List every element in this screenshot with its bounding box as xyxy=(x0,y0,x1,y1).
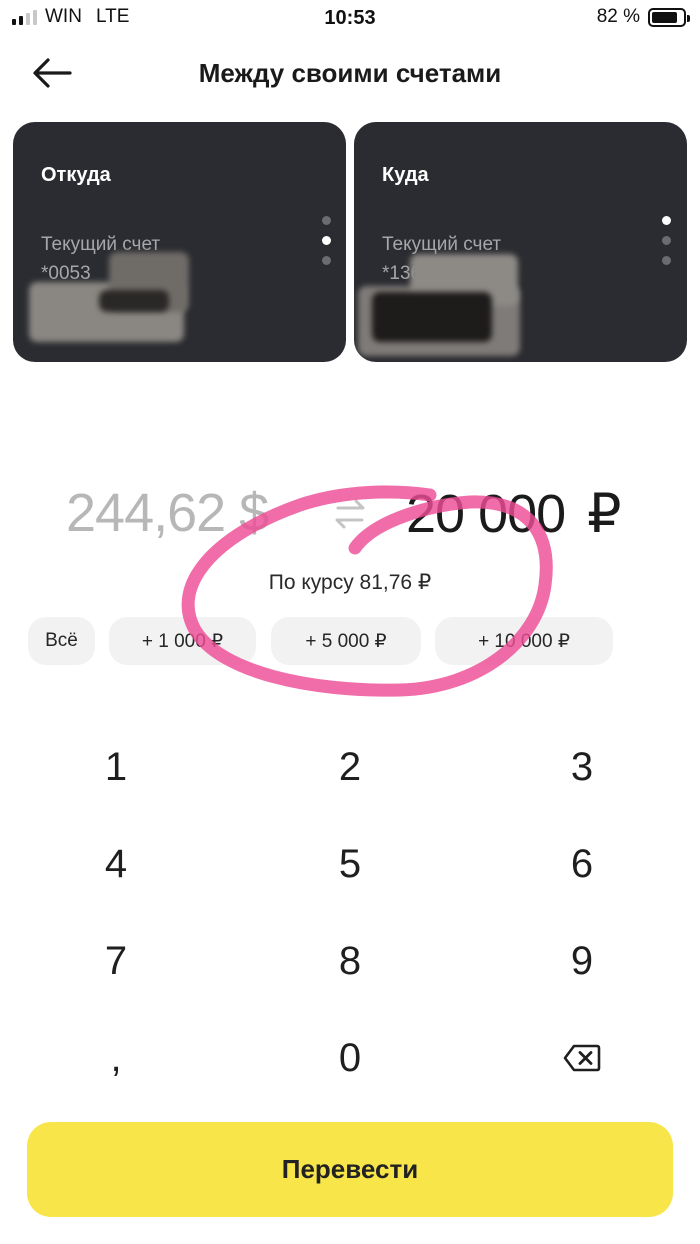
from-card-label: Откуда xyxy=(41,164,111,186)
backspace-button[interactable] xyxy=(512,1018,652,1098)
pager-dot-active xyxy=(322,236,331,245)
from-account-card[interactable]: Откуда Текущий счет *0053 xyxy=(13,122,346,362)
amount-to-input[interactable]: 20 000 ₽ xyxy=(406,482,622,545)
to-card-label: Куда xyxy=(382,164,429,186)
chip-all[interactable]: Всё xyxy=(28,617,95,665)
amount-from-input[interactable]: 244,62 $ xyxy=(66,482,269,544)
chip-add-1000[interactable]: + 1 000 ₽ xyxy=(109,617,256,665)
transfer-screen: WIN LTE 10:53 82 % Между своими счетами … xyxy=(0,0,700,1244)
key-7[interactable]: 7 xyxy=(46,921,186,1001)
clock: 10:53 xyxy=(324,7,376,29)
transfer-button[interactable]: Перевести xyxy=(27,1122,673,1217)
backspace-icon xyxy=(563,1044,601,1072)
amount-to-value: 20 000 xyxy=(406,484,566,544)
redaction-mask xyxy=(99,290,169,312)
header: Между своими счетами xyxy=(0,40,700,104)
redaction-mask xyxy=(372,292,492,342)
swap-arrows-icon[interactable] xyxy=(330,492,370,536)
chip-add-10000[interactable]: + 10 000 ₽ xyxy=(435,617,613,665)
key-0[interactable]: 0 xyxy=(280,1018,420,1098)
to-card-pager xyxy=(662,216,672,276)
key-4[interactable]: 4 xyxy=(46,824,186,904)
to-account-card[interactable]: Куда Текущий счет *136 xyxy=(354,122,687,362)
key-5[interactable]: 5 xyxy=(280,824,420,904)
status-bar: WIN LTE 10:53 82 % xyxy=(0,0,700,36)
from-card-pager xyxy=(322,216,332,276)
battery-percent: 82 % xyxy=(596,6,640,27)
pager-dot-active xyxy=(662,216,671,225)
key-comma[interactable]: , xyxy=(46,1018,186,1098)
pager-dot xyxy=(662,236,671,245)
key-8[interactable]: 8 xyxy=(280,921,420,1001)
key-6[interactable]: 6 xyxy=(512,824,652,904)
amount-to-currency: ₽ xyxy=(587,484,621,544)
battery-icon xyxy=(648,7,690,27)
pager-dot xyxy=(322,256,331,265)
to-account-name: Текущий счет xyxy=(382,234,502,255)
pager-dot xyxy=(322,216,331,225)
exchange-rate: По курсу 81,76 ₽ xyxy=(268,571,432,594)
battery-fill xyxy=(652,11,677,23)
key-1[interactable]: 1 xyxy=(46,727,186,807)
chip-add-5000[interactable]: + 5 000 ₽ xyxy=(271,617,421,665)
key-2[interactable]: 2 xyxy=(280,727,420,807)
key-3[interactable]: 3 xyxy=(512,727,652,807)
pager-dot xyxy=(662,256,671,265)
page-title: Между своими счетами xyxy=(198,58,502,88)
key-9[interactable]: 9 xyxy=(512,921,652,1001)
